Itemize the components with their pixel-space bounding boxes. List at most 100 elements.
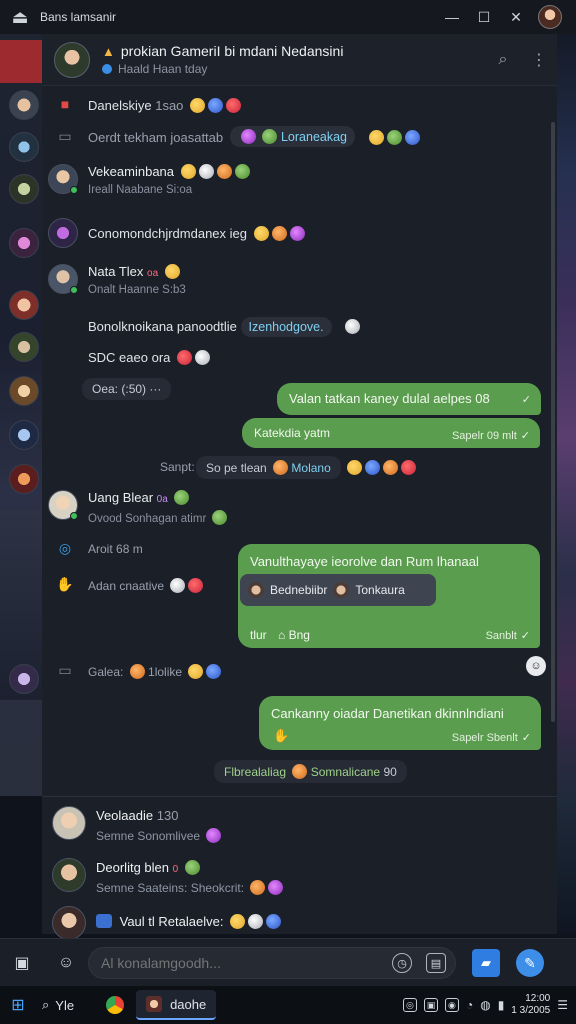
- minimize-button[interactable]: —: [436, 0, 468, 34]
- message-row: Vekeaminbana Ireall Naabane Si:oa: [42, 162, 557, 202]
- status-dot-icon: [102, 64, 112, 74]
- emoji-icon: [190, 98, 206, 113]
- close-button[interactable]: ✕: [500, 0, 532, 34]
- message-link[interactable]: Molano: [291, 461, 330, 475]
- quoted-card[interactable]: Bednebiibr Tonkaura: [240, 574, 436, 606]
- chat-panel: ▲ prokian GameriI bi mdani Nedansini Haa…: [42, 34, 557, 940]
- emoji-icon: [188, 578, 204, 593]
- emoji-icon: [212, 510, 228, 525]
- chat-avatar-4[interactable]: [9, 228, 39, 258]
- sender-avatar[interactable]: [48, 164, 78, 194]
- info-icon: ◎: [58, 540, 72, 556]
- outgoing-message[interactable]: Valan tatkan kaney dulal aelpes 08 ✓: [277, 383, 541, 415]
- chat-avatar-2[interactable]: [9, 132, 39, 162]
- attach-icon[interactable]: ▣: [8, 949, 36, 977]
- app-logo-icon[interactable]: ⏏: [0, 0, 40, 34]
- outgoing-message[interactable]: Katekdia yatm Sapelr 09 mlt ✓: [242, 418, 540, 448]
- chat-thumb-1[interactable]: [0, 40, 42, 84]
- taskbar-active-app[interactable]: daohe: [136, 990, 217, 1020]
- reaction-group: [366, 130, 420, 145]
- chat-scrollbar[interactable]: [551, 122, 555, 722]
- contact-avatar: [52, 858, 86, 892]
- emoji-icon: [195, 350, 211, 365]
- emoji-icon: [234, 164, 250, 179]
- message-line: SDC eaeo ora: [88, 350, 211, 365]
- mention-chip-label: Loraneakag: [280, 130, 347, 144]
- notification-icon[interactable]: ☰: [557, 998, 568, 1012]
- outgoing-message[interactable]: Vanulthayaye ieorolve dan Rum lhanaal Be…: [238, 544, 540, 648]
- avatar: [248, 582, 264, 598]
- send-button[interactable]: ✎: [516, 949, 544, 977]
- message-composer: ▣ ☺ ◷ ▤ ▰ ✎: [0, 938, 576, 986]
- sticker-button[interactable]: ▰: [472, 949, 500, 977]
- outgoing-message[interactable]: Cankanny oiadar Danetikan dkinnlndiani ✋…: [259, 696, 541, 750]
- chat-avatar-5[interactable]: [9, 290, 39, 320]
- chat-avatar-8[interactable]: [9, 420, 39, 450]
- emoji-icon: [230, 914, 246, 929]
- reaction-group: [344, 460, 416, 475]
- clock-date: 1 3/2005: [511, 1005, 551, 1016]
- taskbar-search[interactable]: ⌕ Yle: [36, 986, 80, 1024]
- contact-item[interactable]: Vaul tl Retalaelve:: [42, 904, 557, 940]
- volume-icon[interactable]: ◍: [480, 998, 490, 1012]
- sender-avatar[interactable]: [48, 218, 78, 248]
- contact-item[interactable]: Deorlitg blen 0 Semne Saateins: Sheokcri…: [42, 854, 557, 906]
- emoji-icon: [262, 129, 278, 144]
- chat-avatar-6[interactable]: [9, 332, 39, 362]
- windows-start-icon[interactable]: ⊞: [0, 986, 36, 1024]
- mention-chip[interactable]: Loraneakag: [230, 126, 355, 147]
- battery-icon[interactable]: ▮: [498, 998, 505, 1012]
- emoji-icon: [170, 578, 186, 593]
- tray-app-icon[interactable]: ▣: [423, 998, 438, 1012]
- emoji-icon: [198, 164, 214, 179]
- emoji-picker-icon[interactable]: ☺: [52, 949, 80, 977]
- emoji-icon: [206, 664, 222, 679]
- message-line: Galea: 1lolike: [88, 664, 222, 679]
- clock[interactable]: 12:00 1 3/2005: [511, 993, 550, 1017]
- timer-icon[interactable]: ◷: [392, 953, 412, 973]
- read-tick-icon: ✓: [521, 394, 531, 406]
- chat-avatar[interactable]: [54, 41, 90, 78]
- more-menu-icon[interactable]: ⋮: [521, 34, 557, 86]
- message-row: ▭ Galea: 1lolike: [42, 660, 557, 684]
- emoji-icon: [208, 98, 224, 113]
- sender-avatar[interactable]: [48, 490, 78, 520]
- chat-bubble-icon: ▭: [58, 128, 72, 144]
- chat-avatar-7[interactable]: [9, 376, 39, 406]
- emoji-icon: [250, 880, 266, 895]
- search-icon[interactable]: ⌕: [485, 34, 521, 86]
- message-text: Oerdt tekham joasattab: [88, 130, 224, 145]
- quoted-card-sub: Tonkaura: [355, 583, 405, 597]
- emoji-icon: [216, 164, 232, 179]
- chat-avatar-10[interactable]: [9, 664, 39, 694]
- contact-name: Deorlitg blen: [96, 860, 169, 875]
- emoji-icon: [164, 264, 180, 279]
- sender-avatar[interactable]: [48, 264, 78, 294]
- contact-name: Vaul tl Retalaelve:: [119, 914, 224, 929]
- os-taskbar: ⊞ ⌕ Yle daohe ◎ ▣ ◉ ◔ ◍ ▮ 12:00 1 3/2005…: [0, 986, 576, 1024]
- chat-avatar-3[interactable]: [9, 174, 39, 204]
- browser-app-icon[interactable]: [98, 986, 132, 1024]
- tray-app-icon[interactable]: ◉: [444, 998, 459, 1012]
- chat-avatar-1[interactable]: [9, 90, 39, 120]
- message-line: Conomondchjrdmdanex ieg: [88, 226, 305, 241]
- contact-avatar: [52, 906, 86, 940]
- message-text: SDC eaeo ora: [88, 350, 171, 365]
- avatar: [333, 582, 350, 598]
- contact-name-line: Veolaadie 130: [96, 808, 178, 823]
- message-time: Sapelr 09 mlt: [451, 430, 517, 442]
- emoji-icon: [292, 764, 308, 779]
- online-indicator: [70, 186, 78, 194]
- message-row: Conomondchjrdmdanex ieg: [42, 218, 557, 248]
- gif-icon[interactable]: ▤: [426, 953, 446, 973]
- tray-app-icon[interactable]: ◎: [402, 998, 417, 1012]
- contact-item[interactable]: Veolaadie 130 Semne Sonomlivee: [42, 802, 557, 854]
- message-link[interactable]: Izenhodgove.: [240, 317, 332, 337]
- message-text: Katekdia yatm: [254, 426, 331, 440]
- message-link[interactable]: Somnalicane: [311, 765, 380, 779]
- wifi-icon[interactable]: ◔: [466, 998, 473, 1012]
- account-avatar[interactable]: [538, 5, 562, 29]
- window-titlebar: ⏏ Bans lamsanir — ☐ ✕: [0, 0, 576, 34]
- maximize-button[interactable]: ☐: [468, 0, 500, 34]
- chat-avatar-9[interactable]: [9, 464, 39, 494]
